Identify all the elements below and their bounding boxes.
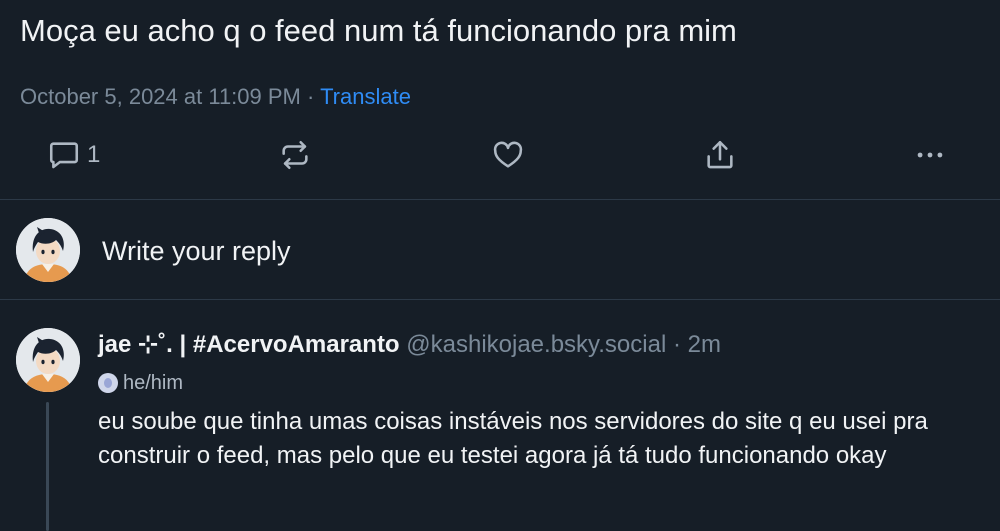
repost-icon xyxy=(278,138,312,172)
reply-time-ago: 2m xyxy=(687,331,721,358)
reply-text: eu soube que tinha umas coisas instáveis… xyxy=(98,408,928,469)
like-button[interactable] xyxy=(491,130,525,180)
thread-connector-line xyxy=(46,402,49,531)
repost-button[interactable] xyxy=(278,130,312,180)
more-icon xyxy=(913,138,947,172)
pronouns-label: he/him xyxy=(123,372,184,394)
meta-separator: · xyxy=(307,84,315,109)
more-options-button[interactable] xyxy=(913,130,947,180)
reply-count: 1 xyxy=(87,141,101,168)
share-button[interactable] xyxy=(703,130,737,180)
translate-link[interactable]: Translate xyxy=(320,84,411,109)
like-icon xyxy=(491,138,525,172)
pronouns-row: he/him xyxy=(98,370,183,396)
reply-author-handle[interactable]: @kashikojae.bsky.social xyxy=(406,331,666,358)
post-thread-screen: Moça eu acho q o feed num tá funcionando… xyxy=(0,0,1000,531)
reply-header: jae ⊹˚. | #AcervoAmaranto @kashikojae.bs… xyxy=(98,328,721,362)
post-action-bar: 1 xyxy=(0,130,1000,180)
divider xyxy=(0,199,1000,200)
reply-icon xyxy=(47,138,81,172)
divider xyxy=(0,299,1000,300)
reply-composer-input[interactable]: Write your reply xyxy=(102,234,291,268)
share-icon xyxy=(703,138,737,172)
reply-author-avatar[interactable] xyxy=(16,328,80,392)
pronouns-badge-icon xyxy=(98,373,118,393)
reply-button[interactable]: 1 xyxy=(47,130,100,180)
header-separator: · xyxy=(672,331,681,358)
post-timestamp: October 5, 2024 at 11:09 PM xyxy=(20,84,301,109)
current-user-avatar[interactable] xyxy=(16,218,80,282)
post-text: Moça eu acho q o feed num tá funcionando… xyxy=(20,13,737,48)
reply-author-name[interactable]: jae ⊹˚. | #AcervoAmaranto xyxy=(98,331,400,358)
post-meta: October 5, 2024 at 11:09 PM · Translate xyxy=(20,82,411,112)
